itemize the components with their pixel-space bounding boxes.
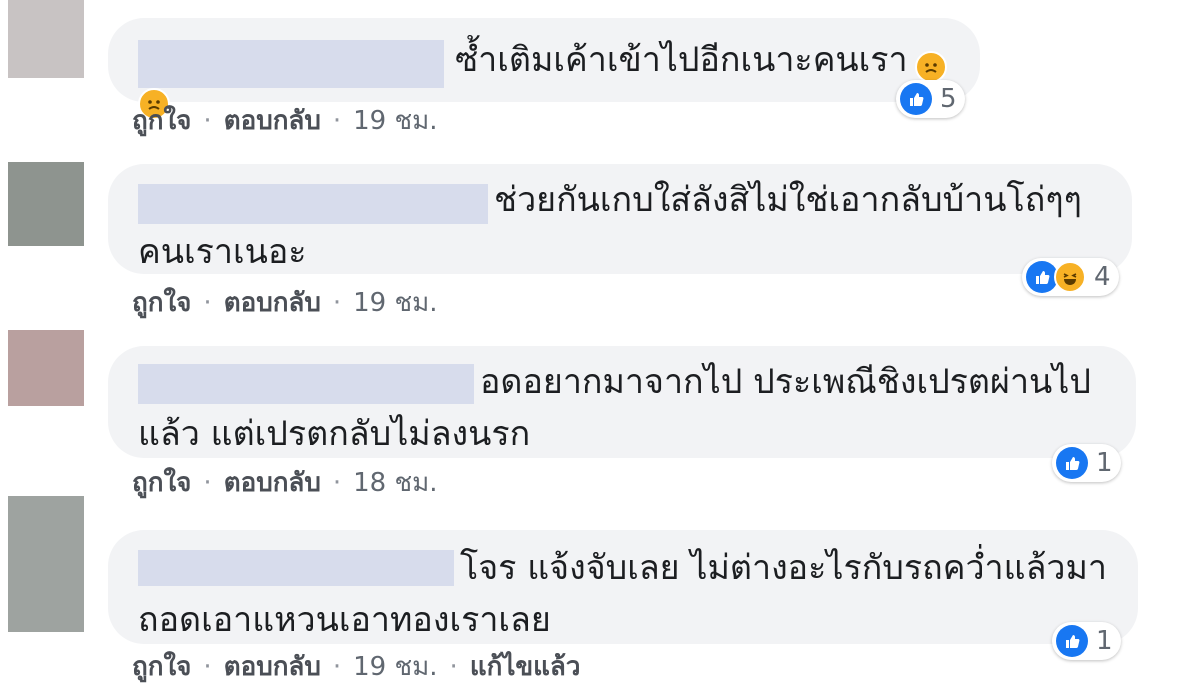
like-link[interactable]: ถูกใจ [132,106,191,136]
reaction-count: 1 [1096,626,1113,656]
avatar[interactable] [8,0,84,78]
timestamp[interactable]: 18 ชม. [353,468,437,498]
reply-link[interactable]: ตอบกลับ [224,468,321,498]
reaction-count: 4 [1094,262,1111,292]
comment-actions: ถูกใจ · ตอบกลับ · 19 ชม. [132,282,438,323]
timestamp[interactable]: 19 ชม. [353,106,437,136]
redacted-name[interactable] [138,550,454,586]
edited-link[interactable]: แก้ไขแล้ว [470,652,581,682]
reaction-summary[interactable]: 1 [1052,622,1121,660]
redacted-name[interactable] [138,184,488,224]
separator: · [203,106,212,136]
separator: · [449,652,458,682]
like-icon [1056,447,1088,479]
avatar[interactable] [8,330,84,406]
comment-actions: ถูกใจ · ตอบกลับ · 19 ชม. [132,100,438,141]
haha-icon [1054,261,1086,293]
comment-bubble: ซ้ำเติมเค้าเข้าไปอีกเนาะคนเรา [108,18,980,120]
avatar[interactable] [8,496,84,632]
redacted-name[interactable] [138,39,444,88]
reply-link[interactable]: ตอบกลับ [224,106,321,136]
comment-bubble: โจร แจ้งจับเลย ไม่ต่างอะไรกับรถคว่ำแล้วม… [108,530,1138,644]
timestamp[interactable]: 19 ชม. [353,652,437,682]
comment-feed: ซ้ำเติมเค้าเข้าไปอีกเนาะคนเรา 5 ถูกใจ · ตอ… [0,0,1200,696]
reaction-count: 1 [1096,448,1113,478]
comment-text: ซ้ำเติมเค้าเข้าไปอีกเนาะคนเรา [455,40,908,80]
separator: · [203,288,212,318]
avatar[interactable] [8,162,84,246]
sad-icon [914,50,947,83]
reply-link[interactable]: ตอบกลับ [224,652,321,682]
separator: · [203,652,212,682]
like-icon [900,83,932,115]
reaction-summary[interactable]: 5 [896,80,965,118]
like-icon [1056,625,1088,657]
like-link[interactable]: ถูกใจ [132,288,191,318]
reply-link[interactable]: ตอบกลับ [224,288,321,318]
separator: · [332,468,342,498]
timestamp[interactable]: 19 ชม. [353,288,437,318]
separator: · [332,652,342,682]
comment-actions: ถูกใจ · ตอบกลับ · 18 ชม. [132,462,438,503]
comment-actions: ถูกใจ · ตอบกลับ · 19 ชม. · แก้ไขแล้ว [132,646,580,687]
comment-bubble: ช่วยกันเกบใส่ลังสิไม่ใช่เอากลับบ้านโถ่ๆๆ… [108,164,1132,274]
like-link[interactable]: ถูกใจ [132,652,191,682]
separator: · [332,288,342,318]
redacted-name[interactable] [138,364,474,404]
like-link[interactable]: ถูกใจ [132,468,191,498]
reaction-summary[interactable]: 4 [1022,258,1119,296]
separator: · [332,106,342,136]
separator: · [203,468,212,498]
reaction-count: 5 [940,84,957,114]
comment-bubble: อดอยากมาจากไป ประเพณีชิงเปรตผ่านไป แล้ว … [108,346,1136,458]
reaction-summary[interactable]: 1 [1052,444,1121,482]
